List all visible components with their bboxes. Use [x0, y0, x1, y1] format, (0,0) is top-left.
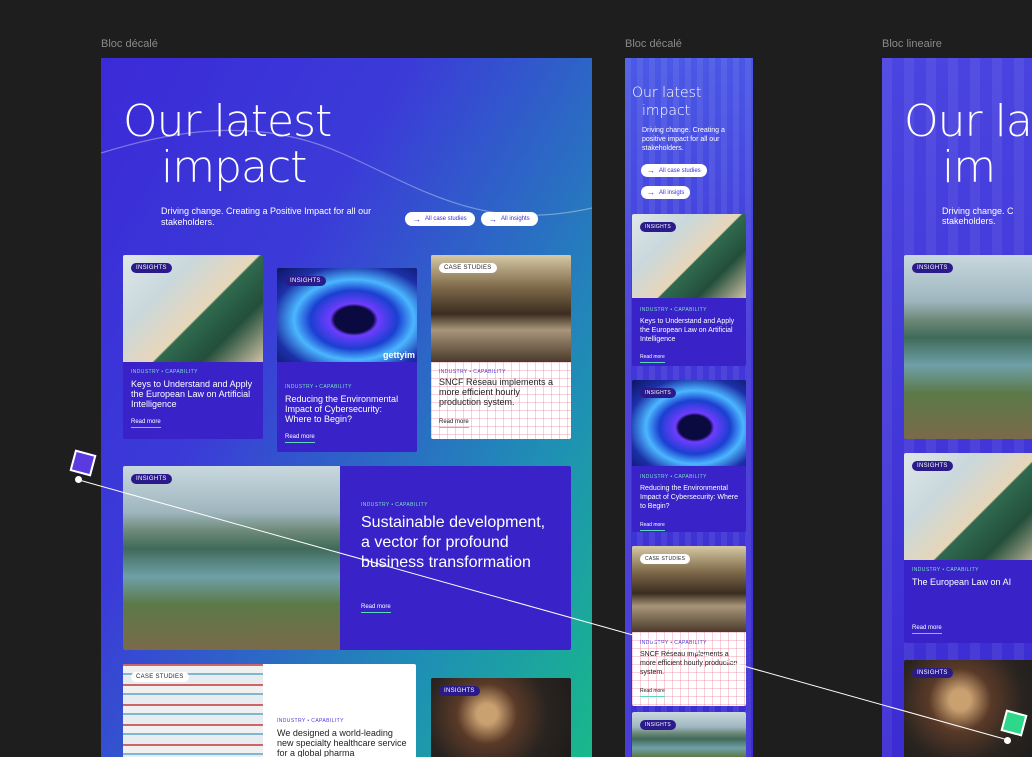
read-more-link[interactable]: Read more [285, 434, 315, 443]
card-title: Keys to Understand and Apply the Europea… [131, 379, 253, 409]
card-sncf[interactable]: CASE STUDIES INDUSTRY • CAPABILITY SNCF … [632, 546, 746, 706]
dam-landscape-photo [904, 255, 1032, 439]
card-sncf[interactable]: CASE STUDIES INDUSTRY • CAPABILITY SNCF … [431, 255, 571, 439]
card-title: Reducing the Environmental Impact of Cyb… [640, 485, 739, 510]
arrow-right-icon: → [413, 214, 421, 224]
card-meta: INDUSTRY • CAPABILITY [131, 369, 198, 375]
card-meta: INDUSTRY • CAPABILITY [640, 474, 707, 480]
card-meta: INDUSTRY • CAPABILITY [439, 369, 506, 375]
connection-start-dot[interactable] [75, 476, 82, 483]
hero-subtitle: stakeholders. [942, 216, 996, 226]
card-eu-law[interactable]: INSIGHTS INDUSTRY • CAPABILITY Keys to U… [632, 214, 746, 366]
card-meta: INDUSTRY • CAPABILITY [277, 718, 344, 724]
card-tag: CASE STUDIES [640, 554, 691, 564]
frame-label[interactable]: Bloc décalé [625, 38, 682, 50]
read-more-link[interactable]: Read more [640, 522, 665, 531]
read-more-link[interactable]: Read more [361, 604, 391, 613]
card-title: SNCF Réseau implements a more efficient … [640, 651, 738, 676]
read-more-link[interactable]: Read more [912, 625, 942, 634]
card-title: Sustainable development, a vector for pr… [361, 514, 546, 571]
card-tag: INSIGHTS [912, 668, 953, 678]
frame-label[interactable]: Bloc lineaire [882, 38, 942, 50]
card-meta: INDUSTRY • CAPABILITY [640, 307, 707, 313]
all-case-studies-button[interactable]: → All case studies [641, 164, 707, 177]
button-label: All case studies [659, 167, 701, 174]
hero-title-line1: Our la [904, 96, 1032, 147]
card-meta: INDUSTRY • CAPABILITY [640, 640, 707, 646]
card-title: Keys to Understand and Apply the Europea… [640, 318, 735, 343]
read-more-link[interactable]: Read more [640, 688, 665, 697]
card-eu-law-short[interactable]: INSIGHTS INDUSTRY • CAPABILITY The Europ… [904, 453, 1032, 643]
arrow-right-icon: → [647, 166, 655, 175]
card-title: SNCF Réseau implements a more efficient … [439, 377, 554, 407]
card-eu-law[interactable]: INSIGHTS INDUSTRY • CAPABILITY Keys to U… [123, 255, 263, 439]
all-insights-button[interactable]: → All insights [481, 212, 538, 226]
hero-subtitle: Driving change. Creating a positive impa… [642, 127, 725, 152]
card-tag: INSIGHTS [912, 461, 953, 471]
frame-label[interactable]: Bloc décalé [101, 38, 158, 50]
card-tag: INSIGHTS [285, 276, 326, 286]
card-tag: INSIGHTS [439, 686, 480, 696]
dam-landscape-photo [632, 712, 746, 757]
card-sustainable-development[interactable]: INSIGHTS [632, 712, 746, 757]
card-tag: CASE STUDIES [131, 672, 189, 682]
card-meta: INDUSTRY • CAPABILITY [285, 384, 352, 390]
card-title: The European Law on AI [912, 577, 1012, 587]
card-tag: INSIGHTS [131, 263, 172, 273]
card-meta: INDUSTRY • CAPABILITY [912, 567, 979, 573]
card-tag: INSIGHTS [640, 388, 677, 398]
button-label: All insigts [659, 189, 685, 196]
connection-end-dot[interactable] [1004, 737, 1011, 744]
hero-subtitle: Driving change. Creating a Positive Impa… [161, 206, 372, 227]
card-shop[interactable]: INSIGHTS [904, 660, 1032, 757]
read-more-link[interactable]: Read more [131, 419, 161, 428]
frame-bloc-decale-desktop[interactable]: Our latest impact Driving change. Creati… [101, 58, 592, 757]
button-label: All insights [501, 216, 530, 222]
card-tag: CASE STUDIES [439, 263, 497, 273]
all-insights-button[interactable]: → All insigts [641, 186, 691, 199]
arrow-right-icon: → [647, 188, 655, 197]
all-case-studies-button[interactable]: → All case studies [405, 212, 475, 226]
card-pharma[interactable]: CASE STUDIES INDUSTRY • CAPABILITY We de… [123, 664, 416, 757]
card-meta: INDUSTRY • CAPABILITY [361, 502, 428, 508]
image-watermark: gettyim [382, 350, 415, 360]
dam-landscape-photo [123, 466, 340, 650]
prototype-start-handle[interactable] [69, 449, 97, 477]
card-title: Reducing the Environmental Impact of Cyb… [285, 394, 399, 424]
frame-bloc-lineaire[interactable]: Our la im Driving change. C stakeholders… [882, 58, 1032, 757]
arrow-right-icon: → [489, 214, 497, 224]
card-shop[interactable]: INSIGHTS [431, 678, 571, 757]
read-more-link[interactable]: Read more [439, 419, 469, 428]
card-tag: INSIGHTS [131, 474, 172, 484]
frame-bloc-decale-mobile[interactable]: Our latest impact Driving change. Creati… [625, 58, 753, 757]
card-tag: INSIGHTS [640, 720, 677, 730]
card-sustainable-development[interactable]: INSIGHTS INDUSTRY • CAPABILITY Sustainab… [123, 466, 571, 650]
hero-title-line2: im [942, 142, 996, 193]
card-tag: INSIGHTS [912, 263, 953, 273]
card-cybersecurity[interactable]: INSIGHTS INDUSTRY • CAPABILITY Reducing … [632, 380, 746, 532]
read-more-link[interactable]: Read more [640, 354, 665, 363]
card-cybersecurity[interactable]: gettyim INSIGHTS INDUSTRY • CAPABILITY R… [277, 268, 417, 452]
hero-title-line2: impact [161, 142, 307, 193]
hero-title-line2: impact [642, 103, 691, 119]
button-label: All case studies [425, 216, 467, 222]
card-dam[interactable]: INSIGHTS [904, 255, 1032, 439]
card-title: We designed a world-leading new specialt… [277, 728, 407, 757]
hero-title-line1: Our latest [123, 96, 332, 147]
card-tag: INSIGHTS [640, 222, 677, 232]
hero-title-line1: Our latest [632, 85, 702, 101]
